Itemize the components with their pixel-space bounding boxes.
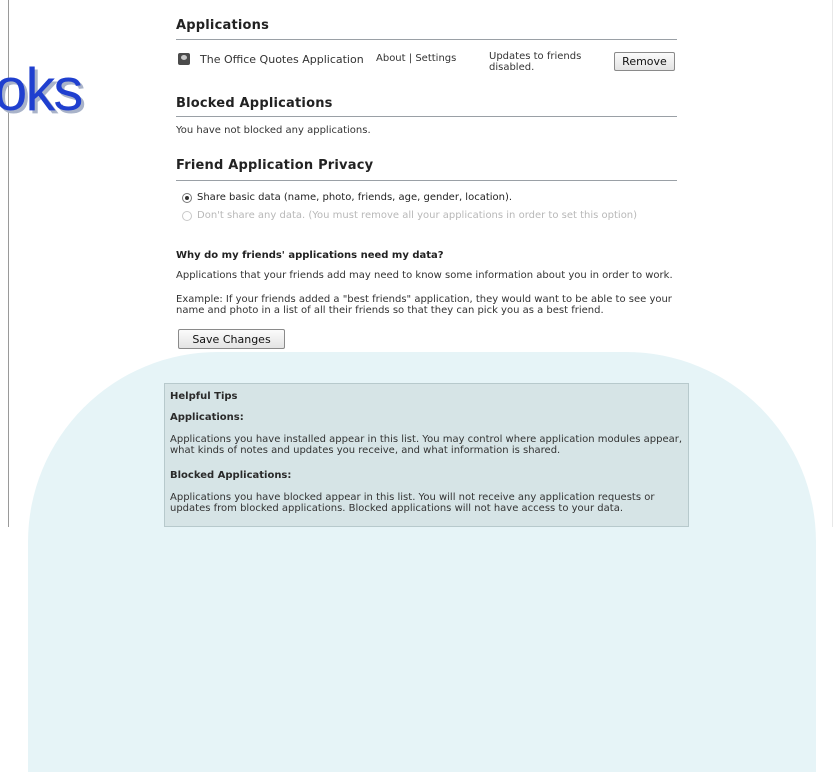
application-name: The Office Quotes Application [200,53,364,66]
privacy-divider [176,180,677,181]
save-changes-button[interactable]: Save Changes [178,329,285,349]
faq-question: Why do my friends' applications need my … [176,250,444,261]
dont-share-radio [182,210,192,221]
settings-link[interactable]: Settings [415,53,456,64]
faq-answer: Applications that your friends add may n… [176,270,673,281]
share-basic-label: Share basic data (name, photo, friends, … [197,192,513,203]
tips-title: Helpful Tips [170,391,238,402]
app-avatar-icon [178,53,190,65]
about-link[interactable]: About [376,53,406,64]
dont-share-label: Don't share any data. (You must remove a… [197,210,638,221]
share-basic-option[interactable]: Share basic data (name, photo, friends, … [182,192,512,203]
link-separator: | [408,53,413,64]
applications-divider [176,39,677,40]
application-links: About | Settings [376,53,456,64]
dont-share-option: Don't share any data. (You must remove a… [182,210,637,221]
application-row: The Office Quotes Application About | Se… [176,48,677,74]
right-divider [832,0,833,527]
share-basic-radio[interactable] [182,192,192,203]
tips-applications-heading: Applications: [170,412,244,423]
logo-fragment: oks [0,56,83,123]
tips-blocked-text: Applications you have blocked appear in … [170,492,655,514]
applications-title: Applications [176,18,270,33]
blocked-divider [176,116,677,117]
privacy-title: Friend Application Privacy [176,158,374,173]
blocked-message: You have not blocked any applications. [176,125,371,136]
remove-button[interactable]: Remove [614,52,675,71]
tips-blocked-heading: Blocked Applications: [170,470,292,481]
faq-example: Example: If your friends added a "best f… [176,294,672,316]
application-status: Updates to friends disabled. [489,51,582,73]
tips-applications-text: Applications you have installed appear i… [170,434,683,456]
helpful-tips-panel: Helpful Tips Applications: Applications … [164,383,689,527]
blocked-applications-title: Blocked Applications [176,96,333,111]
